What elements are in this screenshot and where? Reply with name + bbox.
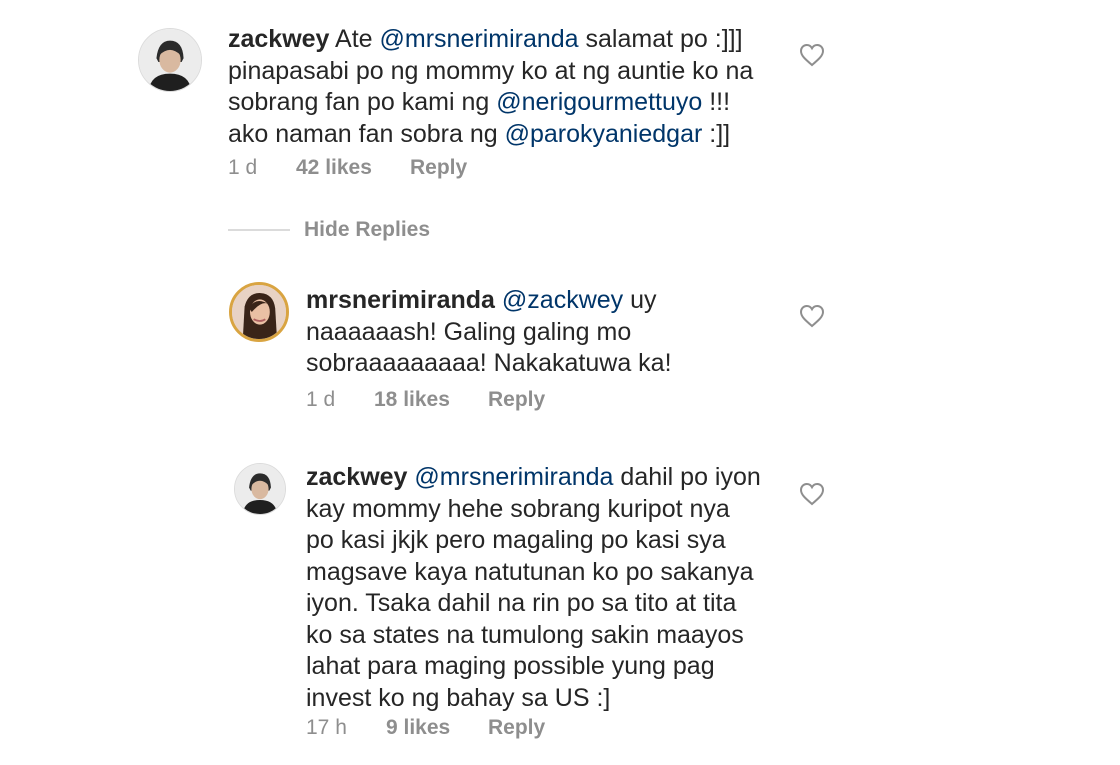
timestamp[interactable]: 17 h [306,716,386,740]
comment-line: invest ko ng bahay sa US :] [306,683,761,715]
text-segment: dahil po iyon [613,463,761,491]
text-segment: ko sa states na tumulong sakin maayos [306,620,744,649]
like-button[interactable] [799,482,825,506]
text-segment: lahat para maging possible yung pag [306,652,715,680]
comment-line: ko sa states na tumulong sakin maayos [306,620,761,652]
text-segment: iyon. Tsaka dahil na rin po sa tito at t… [306,589,737,617]
comment-line: po kasi jkjk pero magaling po kasi sya [306,525,761,557]
text-segment: magsave kaya natutunan ko po sakanya [306,557,754,586]
comment-line: kay mommy hehe sobrang kuripot nya [306,494,761,526]
text-segment: invest ko ng bahay sa US :] [306,683,611,712]
comment-text: zackwey @mrsnerimiranda dahil po iyon ka… [306,462,761,714]
comment-line: zackwey @mrsnerimiranda dahil po iyon [306,462,761,494]
reply-button[interactable]: Reply [488,716,545,740]
comment-line: lahat para maging possible yung pag [306,651,761,683]
reply-zackwey: zackwey @mrsnerimiranda dahil po iyon ka… [0,0,1120,765]
comment-line: iyon. Tsaka dahil na rin po sa tito at t… [306,588,761,620]
comment-line: magsave kaya natutunan ko po sakanya [306,557,761,589]
likes-count[interactable]: 9 likes [386,716,488,740]
text-segment: po kasi jkjk pero magaling po kasi sya [306,526,726,554]
text-segment: kay mommy hehe sobrang kuripot nya [306,494,730,523]
profile-avatar-icon [235,464,285,514]
username[interactable]: zackwey [306,463,407,491]
mention-link[interactable]: @mrsnerimiranda [414,463,613,491]
avatar[interactable] [234,463,286,515]
heart-outline-icon [799,482,825,506]
comment-meta: 17 h 9 likes Reply [306,716,545,740]
